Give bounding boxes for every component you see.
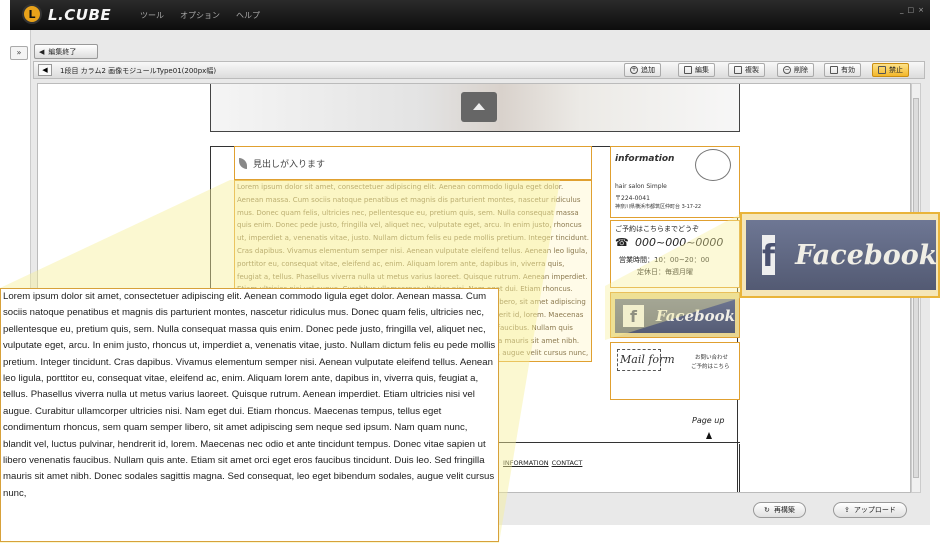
edit-end-button[interactable]: ◀ 編集終了 xyxy=(34,44,98,59)
plus-icon: + xyxy=(630,66,638,74)
refresh-icon: ↻ xyxy=(764,506,770,514)
upload-label: アップロード xyxy=(853,506,896,514)
title-bar: L L.CUBE ツール オプション ヘルプ _ □ × xyxy=(10,0,930,30)
salon-address: 神奈川県横浜市都筑区仲町台 3-17-22 xyxy=(615,204,702,210)
salon-name: hair salon Simple xyxy=(615,183,667,190)
copy-label: 複製 xyxy=(745,66,759,74)
triangle-up-icon xyxy=(706,432,712,439)
footer-links: INFORMATION CONTACT xyxy=(503,459,582,467)
leaf-icon xyxy=(239,157,247,169)
menu-options[interactable]: オプション xyxy=(180,10,220,21)
facebook-icon: f xyxy=(762,235,776,275)
window-controls: _ □ × xyxy=(900,6,924,14)
enable-icon xyxy=(830,66,838,74)
page-up-link[interactable]: Page up xyxy=(692,416,724,425)
app-logo: L.CUBE xyxy=(48,6,112,24)
expand-panel-button[interactable]: » xyxy=(10,46,28,60)
add-label: 追加 xyxy=(641,66,655,74)
salon-zip: 〒224-0041 xyxy=(615,195,650,202)
menu-tools[interactable]: ツール xyxy=(140,10,164,21)
hero-image xyxy=(210,84,740,132)
close-button[interactable]: × xyxy=(918,6,924,14)
lock-icon xyxy=(878,66,886,74)
menu-help[interactable]: ヘルプ xyxy=(236,10,260,21)
info-title: information xyxy=(615,154,675,164)
copy-button[interactable]: 複製 xyxy=(728,63,765,77)
delete-label: 削除 xyxy=(794,66,808,74)
enable-button[interactable]: 有効 xyxy=(824,63,861,77)
sidebar-column: information hair salon Simple 〒224-0041 … xyxy=(610,146,740,402)
facebook-label: Facebook xyxy=(655,307,735,325)
move-up-button[interactable] xyxy=(461,92,497,122)
maximize-button[interactable]: □ xyxy=(908,6,915,14)
copy-icon xyxy=(734,66,742,74)
breadcrumb: 1段目 カラム2 画像モジュールType01(200px幅) xyxy=(60,67,217,75)
logo-mark: L xyxy=(22,4,42,24)
heading-module[interactable]: 見出しが入ります xyxy=(234,146,592,180)
delete-button[interactable]: − 削除 xyxy=(777,63,814,77)
heading-text: 見出しが入ります xyxy=(253,159,326,170)
reservation-phone: 000~000~0000 xyxy=(635,236,724,249)
mail-form-module[interactable]: Mail form お問い合わせ ご予約はこちら xyxy=(610,342,740,400)
rebuild-button[interactable]: ↻ 再構築 xyxy=(753,502,806,518)
zoomed-facebook-label: Facebook xyxy=(795,239,938,271)
upload-icon: ⇪ xyxy=(844,506,850,514)
reservation-hours: 営業時間：10：00~20：00 xyxy=(619,256,710,264)
upload-button[interactable]: ⇪ アップロード xyxy=(833,502,907,518)
swirl-ornament xyxy=(695,149,731,181)
reservation-title: ご予約はこちらまでどうぞ xyxy=(615,225,699,233)
zoomed-text-callout: Lorem ipsum dolor sit amet, consectetuer… xyxy=(0,288,499,542)
enable-label: 有効 xyxy=(841,66,855,74)
mail-title: Mail form xyxy=(620,353,675,366)
facebook-icon: f xyxy=(623,305,644,327)
zoomed-facebook-callout: f Facebook xyxy=(740,212,940,298)
arrow-left-icon: ◀ xyxy=(39,47,45,56)
edit-button[interactable]: 編集 xyxy=(678,63,715,77)
minus-icon: − xyxy=(783,66,791,74)
mail-note-1: お問い合わせ xyxy=(695,355,729,361)
phone-icon: ☎ xyxy=(615,236,629,249)
reservation-module[interactable]: ご予約はこちらまでどうぞ ☎ 000~000~0000 営業時間：10：00~2… xyxy=(610,220,740,288)
arrow-left-icon: ◀ xyxy=(42,66,48,74)
module-toolbar: ◀ 1段目 カラム2 画像モジュールType01(200px幅) + 追加 編集… xyxy=(33,61,925,79)
footer-link-contact[interactable]: CONTACT xyxy=(552,459,583,467)
minimize-button[interactable]: _ xyxy=(900,6,904,14)
info-module[interactable]: information hair salon Simple 〒224-0041 … xyxy=(610,146,740,218)
edit-end-label: 編集終了 xyxy=(48,47,77,56)
back-button[interactable]: ◀ xyxy=(38,64,52,76)
footer-link-information[interactable]: INFORMATION xyxy=(503,459,549,467)
edit-icon xyxy=(684,66,692,74)
mail-note-2: ご予約はこちら xyxy=(691,364,730,370)
zoomed-facebook-banner: f Facebook xyxy=(746,220,938,290)
disable-button[interactable]: 禁止 xyxy=(872,63,909,77)
rebuild-label: 再構築 xyxy=(773,506,795,514)
edit-label: 編集 xyxy=(695,66,709,74)
facebook-banner: f Facebook xyxy=(615,299,735,333)
add-button[interactable]: + 追加 xyxy=(624,63,661,77)
disable-label: 禁止 xyxy=(889,66,903,74)
menu-bar: ツール オプション ヘルプ xyxy=(140,10,260,21)
reservation-holiday: 定休日：毎週月曜 xyxy=(637,268,693,276)
facebook-module[interactable]: f Facebook xyxy=(610,292,740,338)
